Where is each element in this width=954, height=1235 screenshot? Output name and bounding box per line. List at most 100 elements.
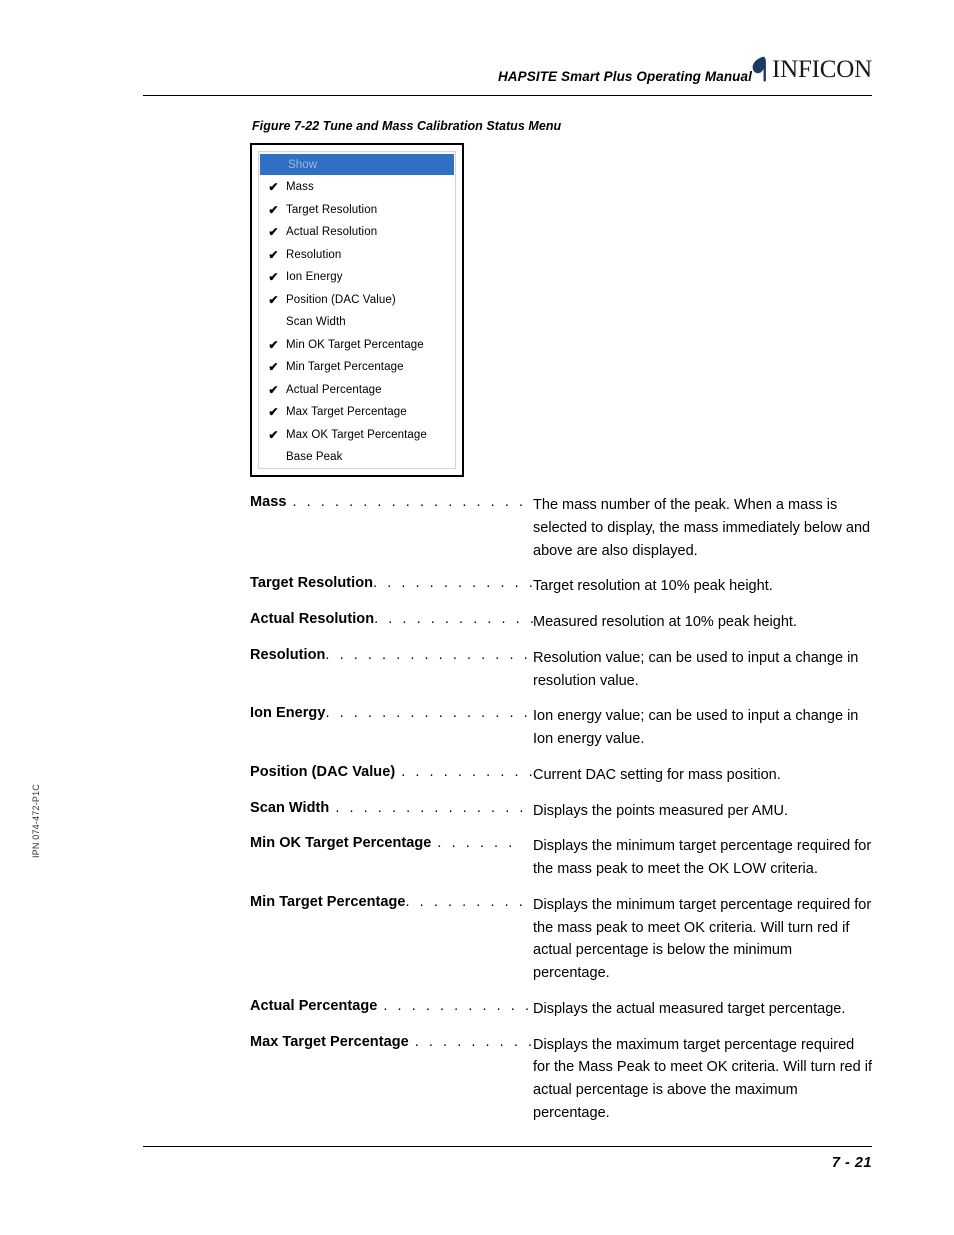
definition-term: Actual Percentage bbox=[250, 997, 378, 1014]
definition-term: Resolution bbox=[250, 646, 326, 663]
menu-item-label: Min OK Target Percentage bbox=[286, 338, 424, 351]
context-menu-panel: Show ✔ Mass ✔ Target Resolution ✔ Actual Resol… bbox=[257, 150, 457, 470]
menu-item-label: Base Peak bbox=[286, 451, 343, 464]
page-header: HAPSITE Smart Plus Operating Manual INFI… bbox=[143, 50, 872, 95]
definition-description: The mass number of the peak. When a mass… bbox=[533, 497, 871, 559]
menu-item-label: Actual Percentage bbox=[286, 383, 382, 396]
definition-row: Min OK Target Percentage . . . . . . Displ… bbox=[250, 835, 872, 881]
menu-item[interactable]: ✔ Actual Resolution bbox=[259, 221, 455, 244]
menu-item[interactable]: ✔ Min Target Percentage bbox=[259, 356, 455, 379]
definition-term-cell: Min Target Percentage. . . . . . . . . . bbox=[250, 894, 533, 910]
menu-item-label: Min Target Percentage bbox=[286, 361, 404, 374]
definition-term-cell: Min OK Target Percentage . . . . . . bbox=[250, 835, 533, 851]
menu-item[interactable]: ✔ Actual Percentage bbox=[259, 379, 455, 402]
dot-leader: . . . . . . . . . . . . . . . . . . . bbox=[325, 646, 533, 663]
dot-leader: . . . . . . . . . . . . . . bbox=[373, 575, 533, 592]
definition-term-cell: Position (DAC Value) . . . . . . . . . . … bbox=[250, 764, 533, 780]
definition-term: Max Target Percentage bbox=[250, 1033, 409, 1050]
menu-item-label: Actual Resolution bbox=[286, 226, 378, 239]
definition-term-cell: Actual Resolution. . . . . . . . . . . .… bbox=[250, 611, 533, 627]
definition-description: Measured resolution at 10% peak height. bbox=[533, 614, 797, 630]
definition-term: Actual Resolution bbox=[250, 611, 375, 627]
menu-item[interactable]: Scan Width bbox=[259, 311, 455, 334]
menu-item-label: Max Target Percentage bbox=[286, 406, 407, 419]
dot-leader: . . . . . . . . . . . . . . . . . . . bbox=[325, 705, 533, 722]
definition-term-cell: Mass . . . . . . . . . . . . . . . . . . … bbox=[250, 494, 533, 510]
definition-term-cell: Target Resolution. . . . . . . . . . . .… bbox=[250, 575, 533, 591]
definition-row: Actual Resolution. . . . . . . . . . . .… bbox=[250, 611, 872, 634]
menu-item-label: Mass bbox=[286, 181, 314, 194]
definition-description: Resolution value; can be used to input a… bbox=[533, 649, 859, 689]
definition-term-cell: Ion Energy. . . . . . . . . . . . . . . … bbox=[250, 705, 533, 721]
definition-description: Displays the points measured per AMU. bbox=[533, 802, 789, 819]
definition-row: Scan Width . . . . . . . . . . . . . . . … bbox=[250, 800, 872, 823]
dot-leader: . . . . . . . . . . . . . bbox=[383, 997, 533, 1014]
definition-description: Displays the maximum target percentage r… bbox=[533, 1036, 872, 1121]
menu-item-label: Show bbox=[288, 158, 318, 171]
definition-term: Target Resolution bbox=[250, 575, 374, 592]
figure-image-frame: Show ✔ Mass ✔ Target Resolution ✔ Actual Resol… bbox=[250, 143, 464, 477]
inficon-logo: INFICON bbox=[752, 56, 872, 82]
definition-description: Displays the actual measured target perc… bbox=[533, 1000, 846, 1017]
dot-leader: . . . . . . bbox=[437, 835, 516, 852]
check-icon: ✔ bbox=[268, 270, 279, 285]
definition-row: Target Resolution. . . . . . . . . . . .… bbox=[250, 575, 872, 598]
definition-description: Displays the minimum target percentage r… bbox=[533, 896, 872, 981]
menu-item[interactable]: ✔ Mass bbox=[259, 176, 455, 199]
inficon-droplet-icon bbox=[752, 56, 769, 82]
menu-item-label: Ion Energy bbox=[286, 271, 343, 284]
definition-term-cell: Max Target Percentage . . . . . . . . . bbox=[250, 1034, 533, 1050]
check-icon: ✔ bbox=[268, 360, 279, 375]
menu-item-label: Resolution bbox=[286, 248, 342, 261]
menu-item-label: Target Resolution bbox=[286, 203, 378, 216]
check-icon: ✔ bbox=[268, 427, 279, 442]
menu-item[interactable]: Base Peak bbox=[259, 446, 455, 469]
dot-leader: . . . . . . . . . . bbox=[405, 893, 534, 910]
menu-item[interactable]: ✔ Resolution bbox=[259, 244, 455, 267]
menu-item[interactable]: ✔ Target Resolution bbox=[259, 199, 455, 222]
check-icon: ✔ bbox=[268, 247, 279, 262]
definition-term-cell: Actual Percentage . . . . . . . . . . . .… bbox=[250, 998, 533, 1014]
definition-term: Min Target Percentage bbox=[250, 893, 406, 910]
check-icon: ✔ bbox=[268, 337, 279, 352]
definition-description: Current DAC setting for mass position. bbox=[533, 766, 781, 783]
menu-item-label: Max OK Target Percentage bbox=[286, 428, 427, 441]
check-icon: ✔ bbox=[268, 180, 279, 195]
header-divider-rule bbox=[143, 95, 872, 96]
check-icon: ✔ bbox=[268, 405, 279, 420]
definition-row: Ion Energy. . . . . . . . . . . . . . . … bbox=[250, 705, 872, 751]
definition-term: Position (DAC Value) bbox=[250, 763, 396, 780]
figure-caption: Figure 7-22 Tune and Mass Calibration St… bbox=[252, 119, 562, 133]
check-icon: ✔ bbox=[268, 292, 279, 307]
running-head-title: HAPSITE Smart Plus Operating Manual bbox=[497, 69, 752, 84]
definition-term-cell: Resolution. . . . . . . . . . . . . . . … bbox=[250, 647, 533, 663]
menu-item[interactable]: ✔ Min OK Target Percentage bbox=[259, 334, 455, 357]
check-icon: ✔ bbox=[268, 202, 279, 217]
definition-term: Ion Energy bbox=[250, 705, 326, 722]
menu-item[interactable]: ✔ Max Target Percentage bbox=[259, 401, 455, 424]
menu-item-label: Scan Width bbox=[286, 316, 346, 329]
definition-term-cell: Scan Width . . . . . . . . . . . . . . . … bbox=[250, 800, 533, 816]
dot-leader: . . . . . . . . . . . . . . . . . . bbox=[335, 799, 533, 816]
check-icon: ✔ bbox=[268, 225, 279, 240]
menu-item[interactable]: ✔ Ion Energy bbox=[259, 266, 455, 289]
check-icon: ✔ bbox=[268, 382, 279, 397]
dot-leader: . . . . . . . . . . . . . . bbox=[374, 611, 533, 627]
footer-divider-rule bbox=[143, 1146, 872, 1147]
definition-row: Mass . . . . . . . . . . . . . . . . . . … bbox=[250, 494, 872, 562]
definition-row: Actual Percentage . . . . . . . . . . . .… bbox=[250, 998, 872, 1021]
definition-row: Resolution. . . . . . . . . . . . . . . … bbox=[250, 647, 872, 693]
inficon-wordmark: INFICON bbox=[772, 55, 872, 83]
definition-row: Min Target Percentage. . . . . . . . . .… bbox=[250, 894, 872, 985]
definition-description: Target resolution at 10% peak height. bbox=[533, 578, 773, 595]
definition-row: Position (DAC Value) . . . . . . . . . . … bbox=[250, 764, 872, 787]
menu-item[interactable]: ✔ Max OK Target Percentage bbox=[259, 424, 455, 447]
definition-term: Mass bbox=[250, 494, 287, 510]
menu-item-label: Position (DAC Value) bbox=[286, 293, 396, 306]
definition-term: Scan Width bbox=[250, 799, 330, 816]
menu-item[interactable]: ✔ Position (DAC Value) bbox=[259, 289, 455, 312]
definition-description: Ion energy value; can be used to input a… bbox=[533, 708, 859, 747]
dot-leader: . . . . . . . . . . . bbox=[401, 763, 533, 780]
menu-header-show: Show bbox=[260, 154, 454, 175]
definition-row: Max Target Percentage . . . . . . . . . Di… bbox=[250, 1034, 872, 1125]
